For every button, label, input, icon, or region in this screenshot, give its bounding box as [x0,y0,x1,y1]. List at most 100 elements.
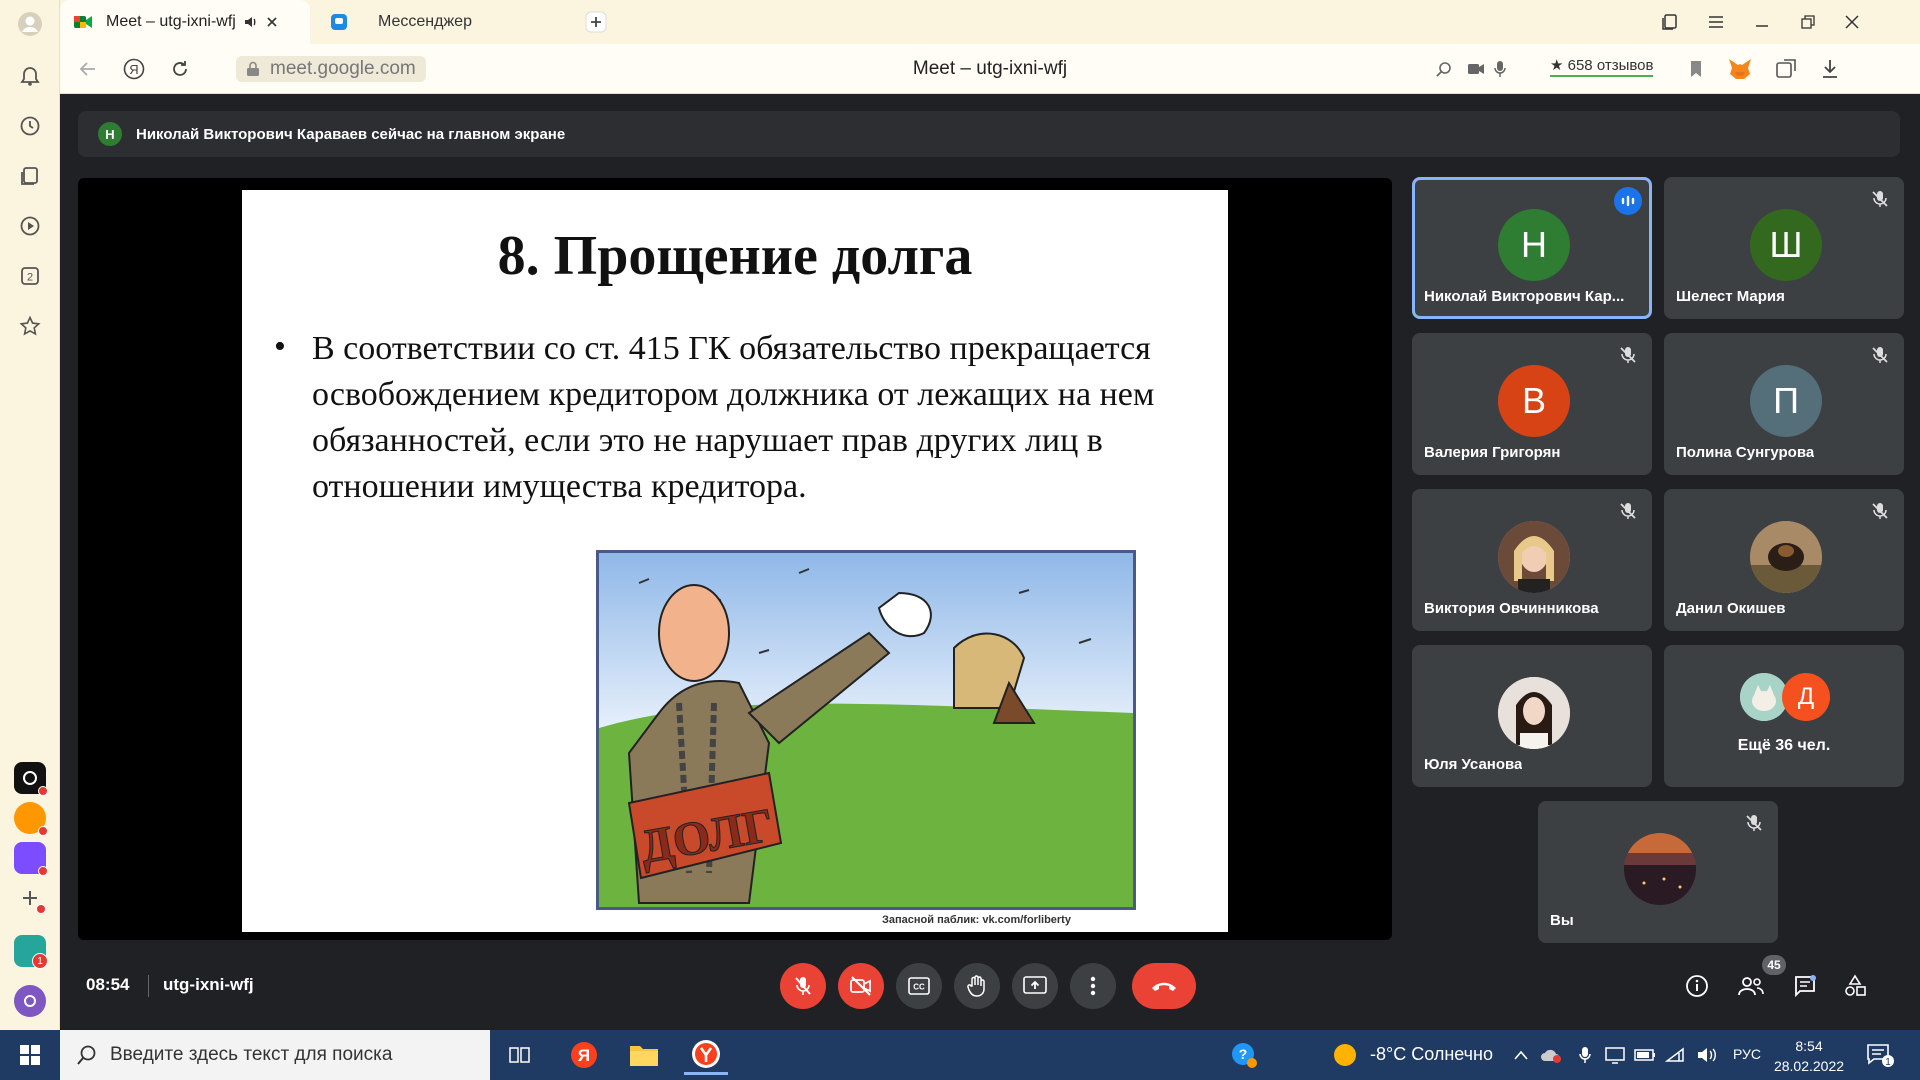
star-icon[interactable] [14,310,46,342]
taskbar-search-input[interactable]: Введите здесь текст для поиска [60,1030,490,1080]
present-icon [1023,976,1047,994]
menu-icon[interactable] [1700,8,1732,36]
file-explorer-icon[interactable] [622,1035,666,1075]
cloud-sync-icon[interactable] [1536,1035,1566,1075]
banner-avatar: Н [98,122,122,146]
alice-app-icon[interactable] [14,762,48,796]
tab-messenger[interactable]: Мессенджер [316,0,616,44]
mic-indicator-icon[interactable] [1484,53,1516,85]
meeting-info-button[interactable] [1680,969,1714,1003]
history-icon[interactable] [14,110,46,142]
participant-name: Виктория Овчинникова [1424,600,1599,617]
close-window-icon[interactable] [1836,8,1868,36]
zen-app-icon[interactable] [14,802,48,836]
mic-off-icon [795,977,811,995]
self-tile[interactable]: Вы [1538,801,1778,943]
close-tab-icon[interactable] [266,16,278,28]
extensions-icon[interactable] [1770,53,1802,85]
participant-tile[interactable]: Ш Шелест Мария [1664,177,1904,319]
participant-tile[interactable]: П Полина Сунгурова [1664,333,1904,475]
hand-icon [967,975,985,997]
avatar: Д [1782,673,1830,721]
bookmark-icon[interactable] [1680,53,1712,85]
camera-off-icon [850,976,871,996]
chat-button[interactable] [1788,969,1822,1003]
tabs-list-icon[interactable] [1654,8,1686,36]
add-app-icon[interactable] [14,882,46,914]
profile-icon[interactable] [14,8,46,40]
reviews-badge[interactable]: ★ 658 отзывов [1550,56,1654,77]
mic-toggle-button[interactable] [780,963,826,1009]
muted-mic-icon [1870,189,1890,209]
tab-strip: Meet – utg-ixni-wfj Мессенджер [60,0,1920,44]
minimize-icon[interactable] [1746,8,1778,36]
start-button[interactable] [0,1030,60,1080]
restore-icon[interactable] [1792,8,1824,36]
activities-button[interactable] [1838,969,1872,1003]
participant-tile[interactable]: Виктория Овчинникова [1412,489,1652,631]
presentation-slide: 8. Прощение долга • В соответствии со ст… [242,190,1228,932]
end-call-button[interactable] [1132,963,1196,1009]
participant-tile[interactable]: Н Николай Викторович Кар... [1412,177,1652,319]
presentation-banner: Н Николай Викторович Караваев сейчас на … [78,111,1900,157]
more-participants-tile[interactable]: Д Ещё 36 чел. [1664,645,1904,787]
system-clock[interactable]: 8:54 28.02.2022 [1764,1036,1854,1076]
back-icon[interactable] [72,53,104,85]
present-button[interactable] [1012,963,1058,1009]
people-button[interactable] [1734,969,1768,1003]
url-field[interactable]: meet.google.com [236,56,426,82]
bell-icon[interactable] [14,60,46,92]
mail-app-icon[interactable]: 1 [14,935,48,969]
download-icon[interactable] [1814,53,1846,85]
presentation-stage[interactable]: 8. Прощение долга • В соответствии со ст… [78,178,1392,940]
hangup-icon [1152,982,1176,991]
metamask-extension-icon[interactable] [1724,53,1756,85]
muted-mic-icon [1870,345,1890,365]
weather-sun-icon[interactable] [1325,1035,1365,1075]
svg-text:2: 2 [27,272,33,284]
more-options-button[interactable] [1070,963,1116,1009]
reload-icon[interactable] [164,53,196,85]
participant-tile[interactable]: В Валерия Григорян [1412,333,1652,475]
yandex-icon[interactable]: Я [118,53,150,85]
participant-tile[interactable]: Юля Усанова [1412,645,1652,787]
info-icon [1686,975,1708,997]
participant-name: Вы [1550,912,1574,929]
slide-caption: Запасной паблик: vk.com/forliberty [882,914,1071,926]
video-icon[interactable] [14,210,46,242]
zoom-search-icon[interactable] [1428,53,1460,85]
input-language[interactable]: РУС [1733,1046,1761,1062]
speaker-icon[interactable] [244,15,258,29]
yandex-taskbar-icon[interactable]: Я [562,1035,606,1075]
wifi-icon[interactable] [1660,1035,1690,1075]
display-tray-icon[interactable] [1600,1035,1630,1075]
svg-text:Я: Я [578,1046,590,1065]
avatar-photo [1740,673,1788,721]
svg-text:?: ? [1239,1046,1248,1062]
messenger-app-icon[interactable] [14,842,48,876]
help-tray-icon[interactable]: ? [1222,1035,1266,1075]
avatar: Н [1498,209,1570,281]
chat-icon [1795,975,1816,998]
new-tab-button[interactable] [580,8,612,36]
volume-icon[interactable] [1692,1035,1722,1075]
captions-button[interactable]: CC [896,963,942,1009]
alice-assistant-icon[interactable] [14,985,46,1017]
participant-tile[interactable]: Данил Окишев [1664,489,1904,631]
slide-body: В соответствии со ст. 415 ГК обязательст… [312,330,1155,505]
chevron-up-icon[interactable] [1506,1035,1536,1075]
mic-tray-icon[interactable] [1570,1035,1600,1075]
raise-hand-button[interactable] [954,963,1000,1009]
counter-icon[interactable]: 2 [14,260,46,292]
collections-icon[interactable] [14,160,46,192]
notification-count: 1 [1885,1057,1891,1068]
browser-sidebar: 2 1 [0,0,60,1030]
task-view-icon[interactable] [498,1035,542,1075]
notifications-icon[interactable]: 1 [1858,1035,1902,1075]
participant-name: Полина Сунгурова [1676,444,1815,461]
weather-text[interactable]: -8°C Солнечно [1370,1044,1493,1065]
battery-icon[interactable] [1630,1035,1660,1075]
camera-toggle-button[interactable] [838,963,884,1009]
tab-meet[interactable]: Meet – utg-ixni-wfj [60,0,310,44]
yandex-browser-taskbar-icon[interactable] [684,1035,728,1075]
